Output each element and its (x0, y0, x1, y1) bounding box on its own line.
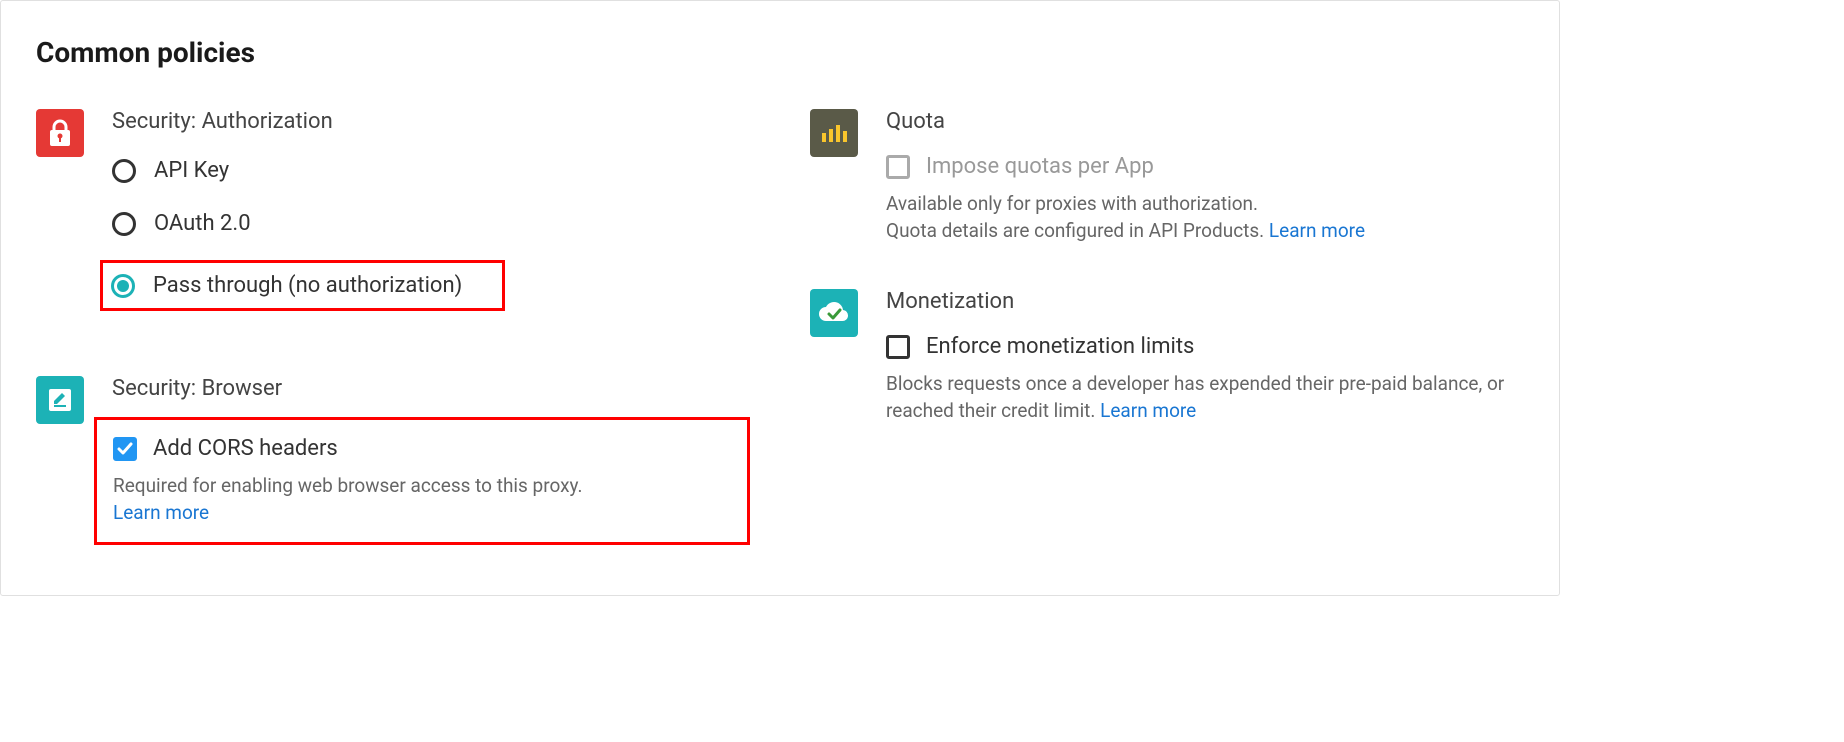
checkbox-icon (886, 155, 910, 179)
quota-desc-line1: Available only for proxies with authoriz… (886, 192, 1258, 215)
left-column: Security: Authorization API Key OAuth 2.… (36, 109, 750, 545)
cors-learn-more-link[interactable]: Learn more (113, 501, 209, 524)
right-column: Quota Impose quotas per App Available on… (810, 109, 1524, 545)
checkbox-monetization-label: Enforce monetization limits (926, 334, 1194, 359)
checkbox-quota: Impose quotas per App (886, 154, 1524, 179)
quota-desc-line2: Quota details are configured in API Prod… (886, 219, 1269, 242)
common-policies-panel: Common policies Security: Authorization (0, 0, 1560, 596)
checkbox-cors[interactable]: Add CORS headers (113, 436, 727, 461)
security-browser-title: Security: Browser (112, 376, 750, 401)
panel-heading: Common policies (36, 36, 1524, 69)
quota-description: Available only for proxies with authoriz… (886, 191, 1524, 244)
monetization-section: Monetization Enforce monetization limits… (810, 289, 1524, 424)
radio-icon (112, 212, 136, 236)
cors-desc-text: Required for enabling web browser access… (113, 474, 583, 497)
checkbox-icon (886, 335, 910, 359)
checkbox-cors-label: Add CORS headers (153, 436, 338, 461)
quota-section: Quota Impose quotas per App Available on… (810, 109, 1524, 244)
radio-icon (111, 274, 135, 298)
quota-learn-more-link[interactable]: Learn more (1269, 219, 1365, 242)
bars-icon (810, 109, 858, 157)
cors-description: Required for enabling web browser access… (113, 473, 727, 526)
browser-highlight: Add CORS headers Required for enabling w… (94, 417, 750, 545)
radio-api-key-label: API Key (154, 158, 229, 183)
monetization-description: Blocks requests once a developer has exp… (886, 371, 1524, 424)
radio-oauth[interactable]: OAuth 2.0 (112, 207, 750, 240)
checkbox-icon (113, 437, 137, 461)
checkbox-monetization[interactable]: Enforce monetization limits (886, 334, 1524, 359)
checkbox-quota-label: Impose quotas per App (926, 154, 1154, 179)
radio-passthrough[interactable]: Pass through (no authorization) (111, 269, 462, 302)
monetization-learn-more-link[interactable]: Learn more (1100, 399, 1196, 422)
radio-passthrough-highlight: Pass through (no authorization) (100, 260, 505, 311)
radio-icon (112, 159, 136, 183)
security-browser-section: Security: Browser Add CORS headers Requi… (36, 376, 750, 545)
lock-icon (36, 109, 84, 157)
monetization-title: Monetization (886, 289, 1524, 314)
radio-passthrough-label: Pass through (no authorization) (153, 273, 462, 298)
cloud-check-icon (810, 289, 858, 337)
quota-title: Quota (886, 109, 1524, 134)
pencil-icon (36, 376, 84, 424)
radio-api-key[interactable]: API Key (112, 154, 750, 187)
radio-oauth-label: OAuth 2.0 (154, 211, 251, 236)
security-authorization-title: Security: Authorization (112, 109, 750, 134)
security-authorization-section: Security: Authorization API Key OAuth 2.… (36, 109, 750, 331)
